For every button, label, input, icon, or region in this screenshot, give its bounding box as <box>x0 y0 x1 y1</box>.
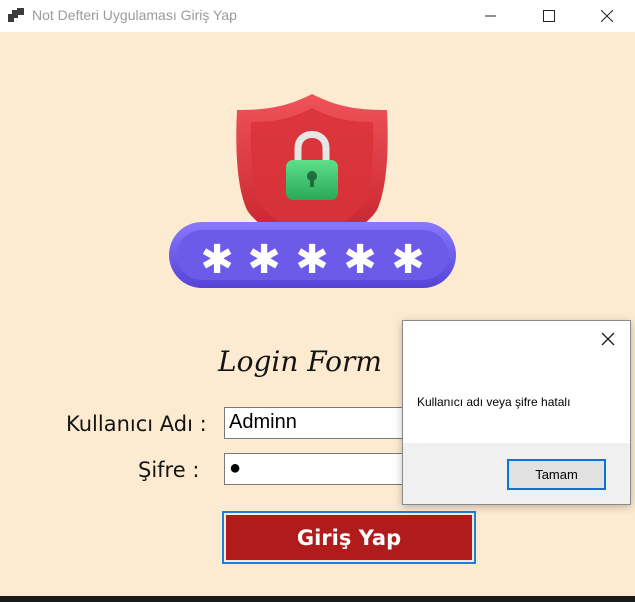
error-message-text: Kullanıcı adı veya şifre hatalı <box>417 395 571 409</box>
password-label: Şifre : <box>138 458 200 482</box>
svg-text:✱: ✱ <box>200 237 234 283</box>
close-icon[interactable] <box>600 331 616 347</box>
ok-button[interactable]: Tamam <box>507 459 606 490</box>
window-title: Not Defteri Uygulaması Giriş Yap <box>32 7 237 23</box>
minimize-icon <box>485 15 496 17</box>
maximize-icon <box>543 10 555 22</box>
security-illustration: ✱ ✱ ✱ ✱ ✱ <box>169 94 456 288</box>
app-window-icon <box>8 8 24 22</box>
login-window: Not Defteri Uygulaması Giriş Yap ✱ ✱ ✱ ✱… <box>0 0 635 602</box>
close-icon <box>601 10 613 22</box>
form-title: Login Form <box>218 345 382 378</box>
login-button-label: Giriş Yap <box>226 515 472 560</box>
dialog-footer: Tamam <box>403 443 630 504</box>
svg-text:✱: ✱ <box>247 237 281 283</box>
username-label: Kullanıcı Adı : <box>66 412 207 436</box>
window-bottom-edge <box>0 596 635 602</box>
error-message-box: Kullanıcı adı veya şifre hatalı Tamam <box>402 320 631 505</box>
password-input[interactable]: ● <box>224 453 414 485</box>
svg-text:✱: ✱ <box>295 237 329 283</box>
title-bar[interactable]: Not Defteri Uygulaması Giriş Yap <box>0 0 635 32</box>
minimize-button[interactable] <box>468 0 514 32</box>
password-stars-icon: ✱ ✱ ✱ ✱ ✱ <box>169 222 456 288</box>
svg-text:✱: ✱ <box>391 237 425 283</box>
svg-text:✱: ✱ <box>343 237 377 283</box>
login-button[interactable]: Giriş Yap <box>222 511 476 564</box>
username-input[interactable]: Adminn <box>224 407 414 439</box>
maximize-button[interactable] <box>526 0 572 32</box>
close-window-button[interactable] <box>584 0 630 32</box>
